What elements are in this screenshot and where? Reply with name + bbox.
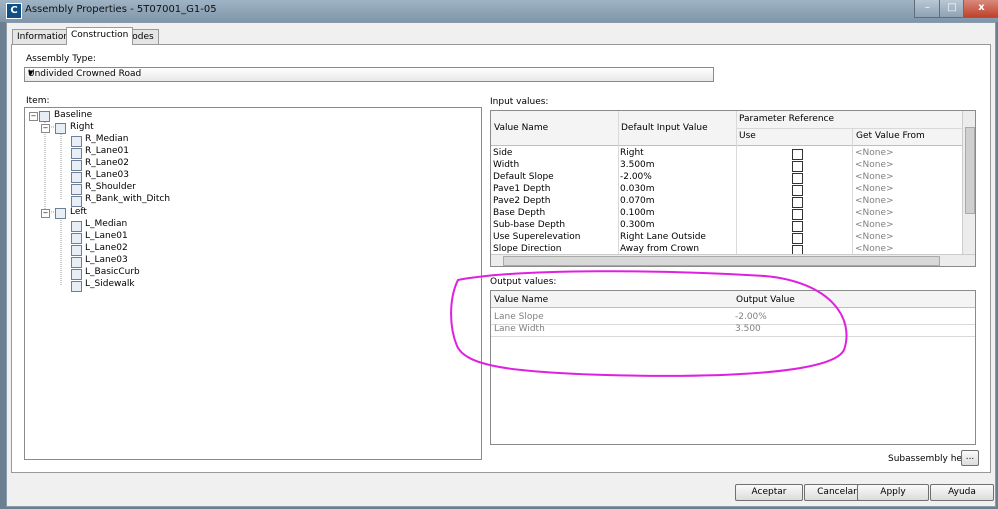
tree-item[interactable]: L_Lane01 [85, 231, 128, 241]
close-button[interactable]: x [963, 0, 998, 18]
input-row-name: Use Superelevation [493, 232, 581, 242]
input-row-from[interactable]: <None> [855, 220, 894, 230]
input-row-from[interactable]: <None> [855, 160, 894, 170]
tab-construction[interactable]: Construction [66, 27, 134, 45]
subassembly-icon [71, 257, 82, 268]
collapse-toggle-icon[interactable]: − [29, 112, 38, 121]
dropdown-arrow-icon: ▼ [28, 69, 34, 77]
assembly-type-label: Assembly Type: [26, 54, 96, 64]
col-header-get-value-from: Get Value From [856, 131, 925, 141]
tree-item[interactable]: L_Median [85, 219, 127, 229]
input-row-from[interactable]: <None> [855, 148, 894, 158]
col-header-default-input: Default Input Value [621, 123, 708, 133]
input-row-from[interactable]: <None> [855, 232, 894, 242]
tree-item[interactable]: R_Lane02 [85, 158, 129, 168]
col-header-use: Use [739, 131, 756, 141]
input-row-name: Width [493, 160, 520, 170]
item-label: Item: [26, 96, 50, 106]
input-row-name: Sub-base Depth [493, 220, 566, 230]
tree-item[interactable]: L_Lane02 [85, 243, 128, 253]
input-row-value[interactable]: Away from Crown [620, 244, 699, 254]
use-checkbox[interactable] [792, 149, 803, 160]
subassembly-icon [71, 172, 82, 183]
input-values-label: Input values: [490, 97, 549, 107]
accept-button[interactable]: Aceptar [735, 484, 803, 501]
use-checkbox[interactable] [792, 209, 803, 220]
assembly-properties-window: C Assembly Properties - 5T07001_G1-05 – … [0, 0, 998, 509]
maximize-button[interactable]: □ [939, 0, 965, 18]
input-row-name: Pave2 Depth [493, 196, 551, 206]
scroll-thumb[interactable] [965, 127, 975, 214]
tree-item[interactable]: L_Sidewalk [85, 279, 135, 289]
subassembly-icon [71, 196, 82, 207]
input-row-value[interactable]: 0.030m [620, 184, 655, 194]
use-checkbox[interactable] [792, 233, 803, 244]
tree-item[interactable]: R_Lane01 [85, 146, 129, 156]
input-row-name: Pave1 Depth [493, 184, 551, 194]
subassembly-icon [71, 221, 82, 232]
tree-item[interactable]: R_Median [85, 134, 129, 144]
subassembly-icon [71, 148, 82, 159]
tree-item[interactable]: R_Bank_with_Ditch [85, 194, 170, 204]
subassembly-icon [71, 160, 82, 171]
construction-panel: Assembly Type: Undivided Crowned Road ▼ … [11, 44, 991, 473]
tree-item[interactable]: R_Lane03 [85, 170, 129, 180]
input-row-from[interactable]: <None> [855, 172, 894, 182]
tree-item-left[interactable]: Left [70, 207, 87, 217]
input-row-value[interactable]: Right [620, 148, 644, 158]
use-checkbox[interactable] [792, 185, 803, 196]
input-row-value[interactable]: 0.100m [620, 208, 655, 218]
subassembly-icon [71, 269, 82, 280]
input-row-from[interactable]: <None> [855, 196, 894, 206]
help-button[interactable]: Ayuda [930, 484, 994, 501]
window-title: Assembly Properties - 5T07001_G1-05 [25, 4, 217, 15]
input-row-from[interactable]: <None> [855, 244, 894, 254]
input-row-name: Base Depth [493, 208, 546, 218]
col-header-parameter-reference: Parameter Reference [739, 114, 835, 124]
subassembly-icon [71, 245, 82, 256]
collapse-toggle-icon[interactable]: − [41, 209, 50, 218]
input-row-value[interactable]: Right Lane Outside [620, 232, 706, 242]
input-row-from[interactable]: <None> [855, 208, 894, 218]
input-vertical-scrollbar[interactable] [962, 111, 975, 266]
input-row-value[interactable]: 0.070m [620, 196, 655, 206]
assembly-side-icon [55, 208, 66, 219]
collapse-toggle-icon[interactable]: − [41, 124, 50, 133]
tree-item[interactable]: L_Lane03 [85, 255, 128, 265]
apply-button[interactable]: Apply [857, 484, 929, 501]
title-bar: C Assembly Properties - 5T07001_G1-05 – … [0, 0, 998, 22]
use-checkbox[interactable] [792, 173, 803, 184]
subassembly-icon [71, 233, 82, 244]
subassembly-icon [71, 184, 82, 195]
col-header-value-name: Value Name [494, 123, 549, 133]
minimize-button[interactable]: – [914, 0, 941, 18]
use-checkbox[interactable] [792, 161, 803, 172]
tree-item[interactable]: R_Shoulder [85, 182, 136, 192]
assembly-side-icon [55, 123, 66, 134]
assembly-type-select[interactable]: Undivided Crowned Road ▼ [24, 67, 714, 82]
use-checkbox[interactable] [792, 197, 803, 208]
tree-item-right[interactable]: Right [70, 122, 94, 132]
input-row-value[interactable]: 0.300m [620, 220, 655, 230]
input-row-name: Side [493, 148, 513, 158]
subassembly-icon [71, 281, 82, 292]
baseline-icon [39, 111, 50, 122]
highlight-annotation-circle [450, 270, 848, 377]
input-row-from[interactable]: <None> [855, 184, 894, 194]
civil3d-app-icon: C [6, 3, 22, 19]
tree-item-baseline[interactable]: Baseline [54, 110, 92, 120]
tree-item[interactable]: L_BasicCurb [85, 267, 140, 277]
input-row-name: Default Slope [493, 172, 554, 182]
input-row-value[interactable]: -2.00% [620, 172, 652, 182]
subassembly-icon [71, 136, 82, 147]
tab-information[interactable]: Information [12, 29, 75, 44]
subassembly-help-button[interactable]: ... [961, 450, 979, 466]
item-tree: − Baseline − Right R_Median R_Lane01 R_L… [24, 107, 482, 460]
use-checkbox[interactable] [792, 221, 803, 232]
input-row-value[interactable]: 3.500m [620, 160, 655, 170]
input-values-grid: Value Name Default Input Value Parameter… [490, 110, 976, 267]
input-row-name: Slope Direction [493, 244, 562, 254]
